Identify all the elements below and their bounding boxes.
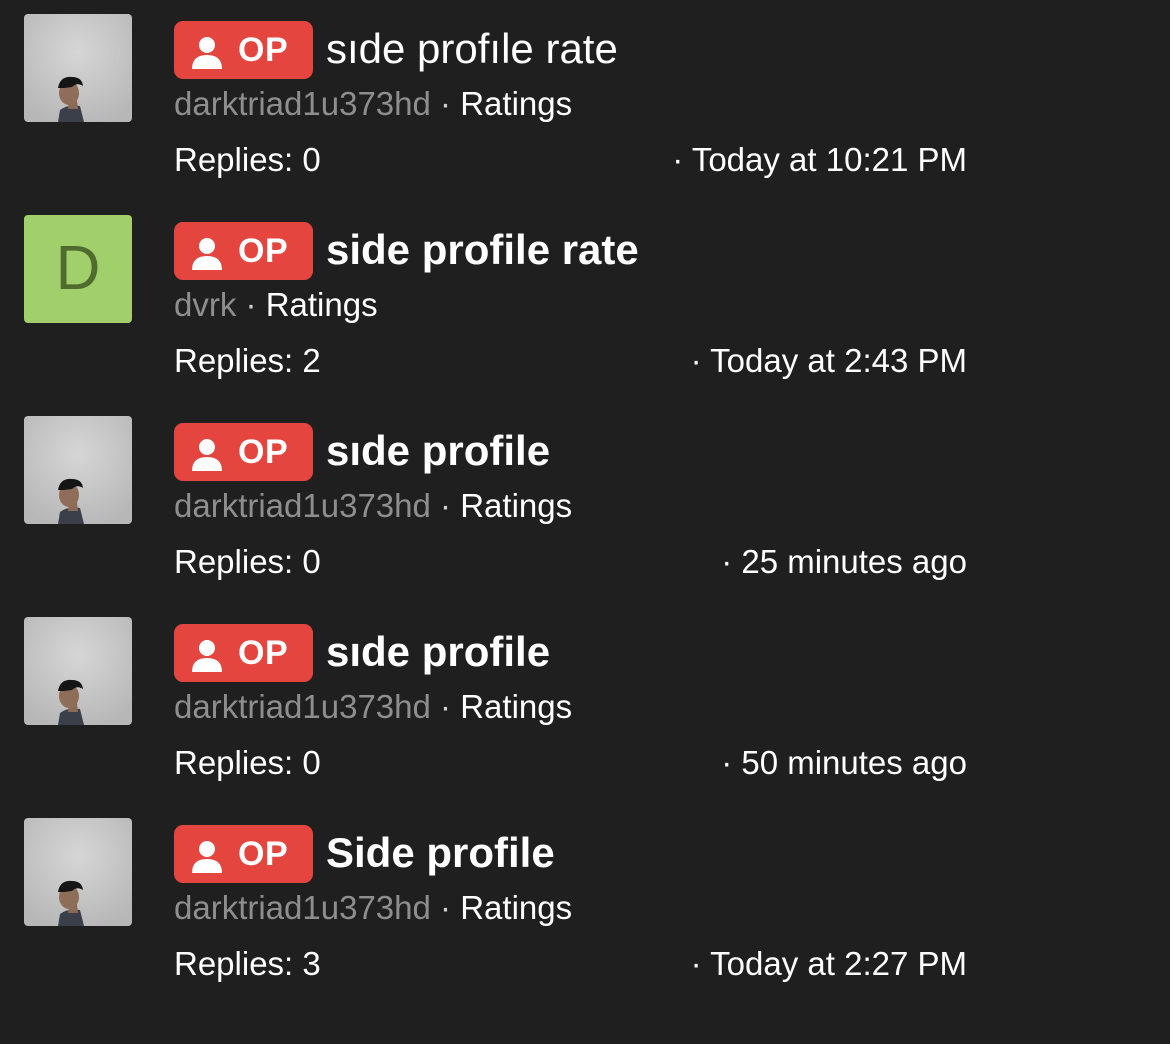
forum-link[interactable]: Ratings [460, 487, 572, 524]
op-badge: OP [174, 222, 313, 280]
op-label: OP [238, 634, 289, 672]
thread-row[interactable]: D OP side profile rate dvrk · Ratings Re… [0, 201, 1170, 402]
last-post-time[interactable]: · Today at 2:27 PM [691, 944, 967, 984]
thread-row[interactable]: OP sıde profile darktriad1u373hd · Ratin… [0, 402, 1170, 603]
op-label: OP [238, 232, 289, 270]
op-badge: OP [174, 21, 313, 79]
last-post-time[interactable]: · Today at 10:21 PM [672, 140, 967, 180]
user-icon [192, 238, 222, 270]
op-badge: OP [174, 423, 313, 481]
user-avatar[interactable] [24, 14, 132, 122]
separator-dot: · [440, 487, 452, 524]
user-avatar[interactable]: D [24, 215, 132, 323]
author-link[interactable]: darktriad1u373hd [174, 688, 431, 725]
thread-title[interactable]: Side profile [326, 826, 555, 880]
last-post-time[interactable]: · 50 minutes ago [721, 743, 967, 783]
thread-meta: darktriad1u373hd · Ratings [174, 888, 572, 928]
thread-title[interactable]: side profile rate [326, 223, 639, 277]
forum-link[interactable]: Ratings [460, 889, 572, 926]
thread-list: OP sıde profıle rate darktriad1u373hd · … [0, 0, 1170, 1044]
user-avatar[interactable] [24, 818, 132, 926]
reply-count: Replies: 3 [174, 945, 321, 982]
user-avatar[interactable] [24, 416, 132, 524]
op-label: OP [238, 31, 289, 69]
separator-dot: · [245, 286, 257, 323]
thread-row[interactable]: OP sıde profile darktriad1u373hd · Ratin… [0, 603, 1170, 804]
user-icon [192, 841, 222, 873]
user-icon [192, 439, 222, 471]
user-icon [192, 640, 222, 672]
thread-meta: darktriad1u373hd · Ratings [174, 687, 572, 727]
last-post-time[interactable]: · 25 minutes ago [721, 542, 967, 582]
op-label: OP [238, 433, 289, 471]
profile-photo-icon [24, 617, 132, 725]
thread-title[interactable]: sıde profıle rate [326, 22, 618, 76]
reply-count: Replies: 0 [174, 543, 321, 580]
thread-meta: darktriad1u373hd · Ratings [174, 84, 572, 124]
op-badge: OP [174, 624, 313, 682]
profile-photo-icon [24, 818, 132, 926]
forum-link[interactable]: Ratings [460, 85, 572, 122]
forum-link[interactable]: Ratings [460, 688, 572, 725]
last-post-time[interactable]: · Today at 2:43 PM [691, 341, 967, 381]
separator-dot: · [440, 688, 452, 725]
author-link[interactable]: darktriad1u373hd [174, 85, 431, 122]
thread-row[interactable]: OP Side profile darktriad1u373hd · Ratin… [0, 804, 1170, 1005]
profile-photo-icon [24, 416, 132, 524]
reply-count: Replies: 0 [174, 744, 321, 781]
author-link[interactable]: darktriad1u373hd [174, 889, 431, 926]
forum-link[interactable]: Ratings [266, 286, 378, 323]
thread-meta: darktriad1u373hd · Ratings [174, 486, 572, 526]
thread-row[interactable]: OP sıde profıle rate darktriad1u373hd · … [0, 0, 1170, 201]
author-link[interactable]: darktriad1u373hd [174, 487, 431, 524]
op-badge: OP [174, 825, 313, 883]
reply-count: Replies: 2 [174, 342, 321, 379]
thread-title[interactable]: sıde profile [326, 625, 550, 679]
separator-dot: · [440, 85, 452, 122]
user-icon [192, 37, 222, 69]
op-label: OP [238, 835, 289, 873]
profile-photo-icon [24, 14, 132, 122]
thread-meta: dvrk · Ratings [174, 285, 378, 325]
author-link[interactable]: dvrk [174, 286, 236, 323]
user-avatar[interactable] [24, 617, 132, 725]
reply-count: Replies: 0 [174, 141, 321, 178]
separator-dot: · [440, 889, 452, 926]
thread-title[interactable]: sıde profile [326, 424, 550, 478]
avatar-letter: D [55, 234, 101, 303]
